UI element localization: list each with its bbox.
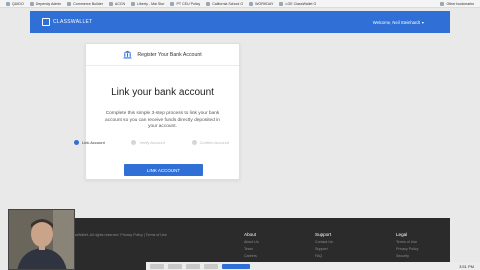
taskbar-clock: 3:51 PM xyxy=(459,263,474,269)
bookmark-item[interactable]: ACCN xyxy=(108,1,125,6)
chevron-down-icon: ▾ xyxy=(421,19,424,25)
user-menu[interactable]: Welcome, Neil Steinhardt ▾ xyxy=(373,20,424,25)
link-account-button[interactable]: LINK ACCOUNT xyxy=(124,164,203,176)
webcam-overlay xyxy=(8,209,75,270)
step-active-icon xyxy=(74,139,79,145)
bookmark-item[interactable]: Liberty - Mai Stor xyxy=(131,1,164,6)
top-nav: CLASSWALLET Welcome, Neil Steinhardt ▾ xyxy=(30,11,450,33)
welcome-text: Welcome, Neil Steinhardt xyxy=(372,19,420,25)
footer-column-about: About About Us Team Careers xyxy=(244,232,259,258)
folder-icon xyxy=(440,1,445,6)
bookmark-favicon-icon xyxy=(206,1,211,6)
footer-link[interactable]: Terms of Use xyxy=(396,240,418,244)
footer-link[interactable]: Careers xyxy=(244,254,259,258)
taskbar-item-active[interactable] xyxy=(222,263,250,269)
logo-icon xyxy=(42,18,50,26)
logo-text: CLASSWALLET xyxy=(53,19,93,25)
bookmark-item[interactable]: QUIDO xyxy=(6,1,24,6)
bookmark-item[interactable]: Dependy Admin xyxy=(29,1,61,6)
bookmark-item[interactable]: PT CEU Policy xyxy=(170,1,200,6)
footer-link[interactable]: Contact Us xyxy=(315,240,333,244)
footer-column-legal: Legal Terms of Use Privacy Policy Securi… xyxy=(396,232,418,258)
taskbar-item[interactable] xyxy=(150,263,164,269)
footer-link[interactable]: About Us xyxy=(244,240,259,244)
description: Complete this simple 3-step process to l… xyxy=(105,111,220,129)
bank-icon xyxy=(123,50,132,59)
bookmark-item[interactable]: Commerce Builder xyxy=(67,1,103,6)
other-bookmarks[interactable]: Other bookmarks xyxy=(440,1,474,6)
bookmark-favicon-icon xyxy=(108,1,113,6)
bookmark-item[interactable]: WORKDAY xyxy=(249,1,273,6)
bookmark-favicon-icon xyxy=(67,1,72,6)
footer-link[interactable]: Security xyxy=(396,254,418,258)
stepper: Link Account Verify Account Confirm Acco… xyxy=(74,139,229,145)
footer-link[interactable]: Team xyxy=(244,247,259,251)
footer-column-title: About xyxy=(244,232,257,237)
logo[interactable]: CLASSWALLET xyxy=(42,18,93,26)
bookmark-favicon-icon xyxy=(6,1,10,6)
bookmark-favicon-icon xyxy=(279,1,284,6)
step-inactive-icon xyxy=(131,139,137,145)
step-confirm-account: Confirm Account xyxy=(191,139,229,145)
footer-link[interactable]: Privacy Policy xyxy=(396,247,418,251)
bookmarks-bar: QUIDO Dependy Admin Commerce Builder ACC… xyxy=(0,0,480,8)
card-header: Register Your Bank Account xyxy=(86,44,239,66)
bookmark-favicon-icon xyxy=(249,1,254,6)
step-inactive-icon xyxy=(191,139,197,145)
person-icon xyxy=(9,210,74,269)
taskbar-item[interactable] xyxy=(168,263,182,269)
bookmark-favicon-icon xyxy=(131,1,136,6)
step-verify-account: Verify Account xyxy=(131,139,165,145)
bookmark-item[interactable]: California School G xyxy=(206,1,243,6)
bookmark-favicon-icon xyxy=(170,1,175,6)
footer-link[interactable]: Support xyxy=(315,247,333,251)
link-bank-card: Register Your Bank Account Link your ban… xyxy=(74,43,240,180)
taskbar-item[interactable] xyxy=(204,263,218,269)
footer-column-title: Support xyxy=(315,232,332,237)
step-link-account: Link Account xyxy=(74,139,105,145)
taskbar-item[interactable] xyxy=(186,263,200,269)
footer-column-title: Legal xyxy=(396,232,408,237)
card-header-title: Register Your Bank Account xyxy=(137,51,202,58)
footer-column-support: Support Contact Us Support FAQ xyxy=(315,232,333,258)
bookmark-favicon-icon xyxy=(29,1,34,6)
taskbar: 3:51 PM xyxy=(146,262,480,270)
footer-link[interactable]: FAQ xyxy=(315,254,333,258)
bookmark-item[interactable]: LGE ClassWallet G xyxy=(279,1,316,6)
page-title: Link your bank account xyxy=(111,87,214,98)
